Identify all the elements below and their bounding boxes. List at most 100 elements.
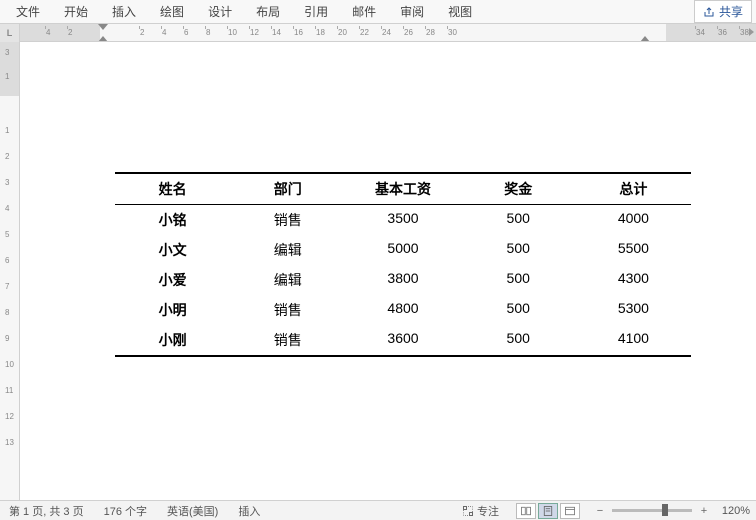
hruler-tick: 8 — [206, 28, 210, 37]
vruler-tick: 4 — [5, 204, 9, 213]
zoom-control: − + 120% — [594, 505, 750, 517]
vruler-tick: 1 — [5, 72, 9, 81]
cell-base: 3800 — [345, 270, 460, 290]
hruler-tick: 36 — [718, 28, 727, 37]
table-row: 小铭销售35005004000 — [115, 205, 691, 235]
read-mode-icon — [520, 505, 532, 517]
zoom-percent[interactable]: 120% — [716, 505, 750, 517]
menu-insert[interactable]: 插入 — [100, 0, 148, 24]
th-name: 姓名 — [115, 179, 230, 199]
focus-label: 专注 — [477, 503, 499, 519]
focus-mode-button[interactable]: 专注 — [459, 502, 502, 520]
hruler-tick: 24 — [382, 28, 391, 37]
hruler-tick: 12 — [250, 28, 259, 37]
menu-home[interactable]: 开始 — [52, 0, 100, 24]
vruler-tick: 10 — [5, 360, 14, 369]
zoom-slider-knob[interactable] — [662, 504, 668, 516]
status-insert-mode[interactable]: 插入 — [235, 502, 263, 520]
hruler-tick: 26 — [404, 28, 413, 37]
cell-total: 4000 — [576, 210, 691, 230]
vruler-tick: 7 — [5, 282, 9, 291]
salary-table: 姓名 部门 基本工资 奖金 总计 小铭销售35005004000小文编辑5000… — [115, 172, 691, 357]
ruler-corner[interactable]: L — [0, 24, 20, 42]
cell-bonus: 500 — [461, 330, 576, 350]
vruler-tick: 6 — [5, 256, 9, 265]
cell-dept: 编辑 — [230, 240, 345, 260]
zoom-in-button[interactable]: + — [698, 505, 710, 517]
cell-bonus: 500 — [461, 270, 576, 290]
cell-total: 5300 — [576, 300, 691, 320]
table-row: 小刚销售36005004100 — [115, 325, 691, 355]
hruler-tick: 28 — [426, 28, 435, 37]
hruler-tick: 6 — [184, 28, 188, 37]
cell-name: 小文 — [115, 240, 230, 260]
vruler-tick: 8 — [5, 308, 9, 317]
vruler-tick: 13 — [5, 438, 14, 447]
cell-name: 小刚 — [115, 330, 230, 350]
ruler-scroll-right-icon[interactable] — [749, 28, 754, 36]
menu-review[interactable]: 审阅 — [388, 0, 436, 24]
print-layout-icon — [542, 505, 554, 517]
status-page[interactable]: 第 1 页, 共 3 页 — [6, 502, 87, 520]
hruler-tick: 10 — [228, 28, 237, 37]
vruler-tick: 5 — [5, 230, 9, 239]
vruler-tick: 3 — [5, 48, 9, 57]
status-language[interactable]: 英语(美国) — [164, 502, 221, 520]
document-canvas[interactable]: 姓名 部门 基本工资 奖金 总计 小铭销售35005004000小文编辑5000… — [20, 42, 756, 500]
menu-draw[interactable]: 绘图 — [148, 0, 196, 24]
cell-dept: 销售 — [230, 300, 345, 320]
web-layout-icon — [564, 505, 576, 517]
share-icon — [703, 6, 715, 18]
share-button[interactable]: 共享 — [694, 0, 752, 23]
view-print-button[interactable] — [538, 503, 558, 519]
zoom-out-button[interactable]: − — [594, 505, 606, 517]
hruler-tick: 2 — [68, 28, 72, 37]
cell-dept: 编辑 — [230, 270, 345, 290]
share-label: 共享 — [719, 3, 743, 20]
cell-dept: 销售 — [230, 210, 345, 230]
hruler-tick: 4 — [162, 28, 166, 37]
cell-bonus: 500 — [461, 300, 576, 320]
th-base: 基本工资 — [345, 179, 460, 199]
table-row: 小文编辑50005005500 — [115, 235, 691, 265]
hruler-tick: 18 — [316, 28, 325, 37]
hruler-tick: 30 — [448, 28, 457, 37]
menu-design[interactable]: 设计 — [196, 0, 244, 24]
indent-right-icon[interactable] — [640, 32, 650, 41]
cell-total: 5500 — [576, 240, 691, 260]
hruler-tick: 38 — [740, 28, 749, 37]
menu-file[interactable]: 文件 — [4, 0, 52, 24]
vruler-tick: 9 — [5, 334, 9, 343]
zoom-slider[interactable] — [612, 509, 692, 512]
vruler-tick: 12 — [5, 412, 14, 421]
hruler-track[interactable]: 4224681012141618202224262830343638 — [20, 24, 756, 41]
cell-bonus: 500 — [461, 210, 576, 230]
view-mode-group — [516, 503, 580, 519]
menu-references[interactable]: 引用 — [292, 0, 340, 24]
cell-name: 小铭 — [115, 210, 230, 230]
page-content: 姓名 部门 基本工资 奖金 总计 小铭销售35005004000小文编辑5000… — [75, 42, 701, 500]
cell-name: 小爱 — [115, 270, 230, 290]
hruler-tick: 4 — [46, 28, 50, 37]
menu-mailings[interactable]: 邮件 — [340, 0, 388, 24]
cell-dept: 销售 — [230, 330, 345, 350]
cell-bonus: 500 — [461, 240, 576, 260]
status-word-count[interactable]: 176 个字 — [101, 502, 150, 520]
view-web-button[interactable] — [560, 503, 580, 519]
menu-view[interactable]: 视图 — [436, 0, 484, 24]
vruler-tick: 2 — [5, 152, 9, 161]
view-read-button[interactable] — [516, 503, 536, 519]
vruler-tick: 3 — [5, 178, 9, 187]
vruler-tick: 1 — [5, 126, 9, 135]
th-bonus: 奖金 — [461, 179, 576, 199]
hruler-tick: 22 — [360, 28, 369, 37]
cell-base: 3600 — [345, 330, 460, 350]
indent-hanging-icon[interactable] — [98, 32, 108, 41]
vertical-ruler[interactable]: 3112345678910111213 — [0, 42, 20, 500]
th-dept: 部门 — [230, 179, 345, 199]
menu-layout[interactable]: 布局 — [244, 0, 292, 24]
hruler-tick: 34 — [696, 28, 705, 37]
table-header-row: 姓名 部门 基本工资 奖金 总计 — [115, 174, 691, 205]
vruler-tick: 11 — [5, 386, 13, 395]
cell-total: 4300 — [576, 270, 691, 290]
